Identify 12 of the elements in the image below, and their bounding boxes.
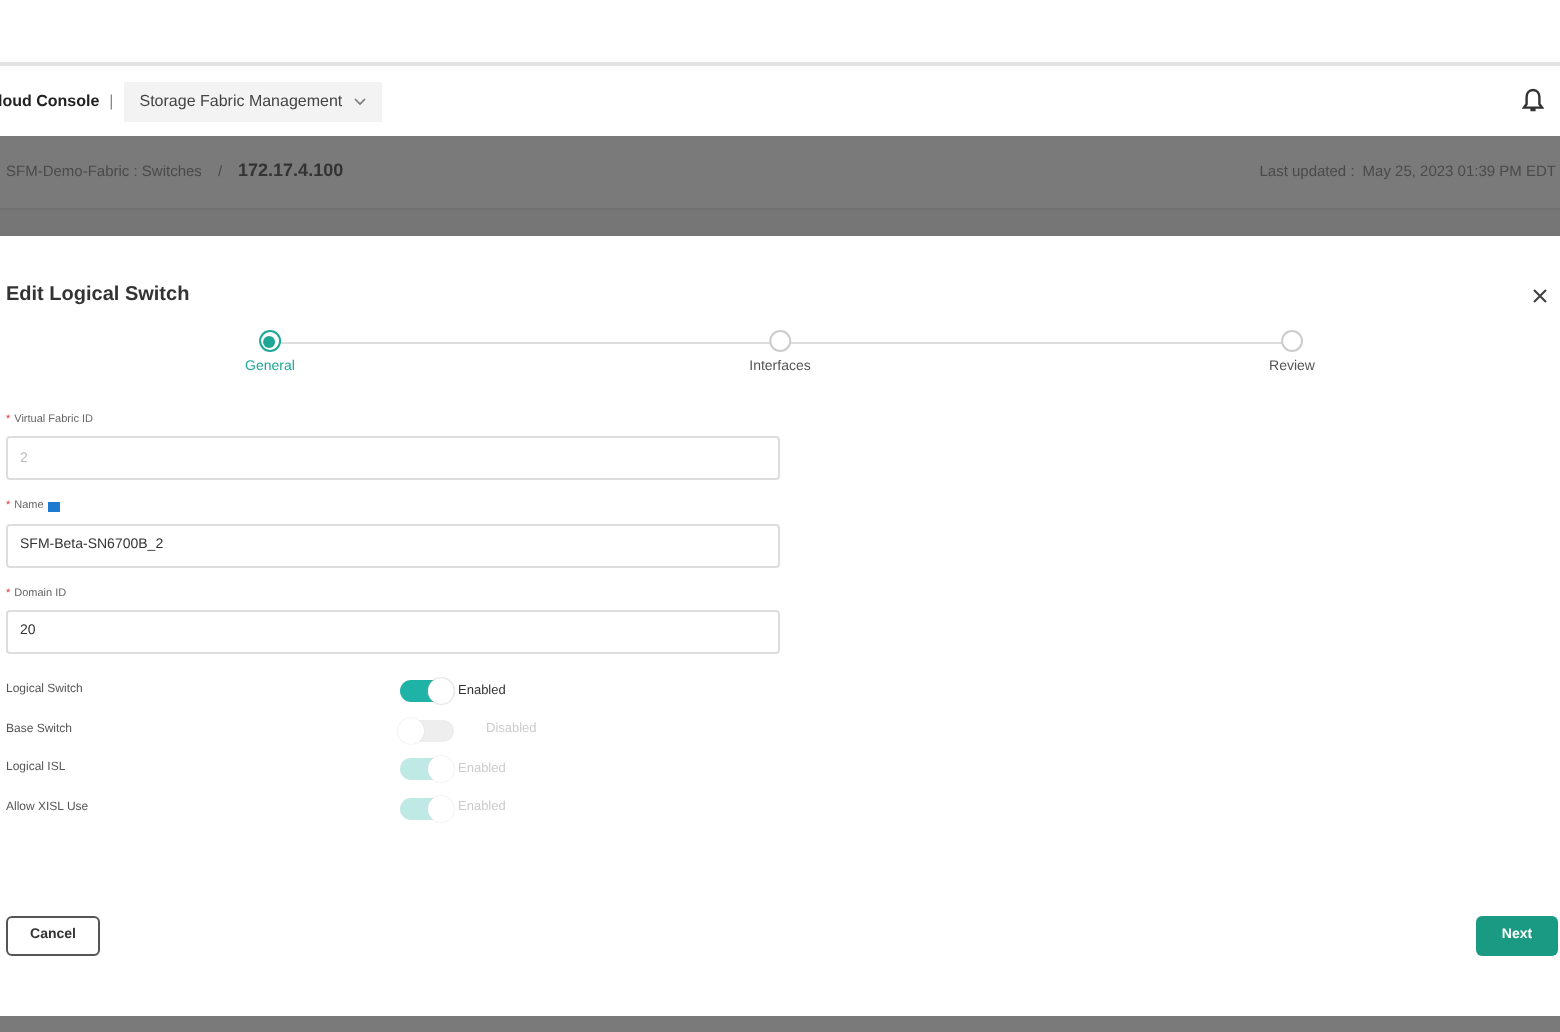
step-indicator[interactable] — [1281, 330, 1303, 352]
header-separator: | — [109, 89, 114, 113]
step-indicator[interactable] — [259, 330, 281, 352]
toggle-switch[interactable] — [400, 680, 454, 702]
close-icon[interactable] — [1532, 287, 1548, 303]
dialog-title: Edit Logical Switch — [6, 282, 190, 310]
info-icon[interactable] — [47, 501, 60, 512]
breadcrumb-current: 172.17.4.100 — [238, 158, 344, 185]
step-indicator[interactable] — [769, 330, 791, 352]
bell-icon[interactable] — [1522, 88, 1544, 114]
app-menu-dropdown[interactable]: Storage Fabric Management — [123, 81, 383, 121]
chevron-down-icon — [354, 97, 367, 105]
